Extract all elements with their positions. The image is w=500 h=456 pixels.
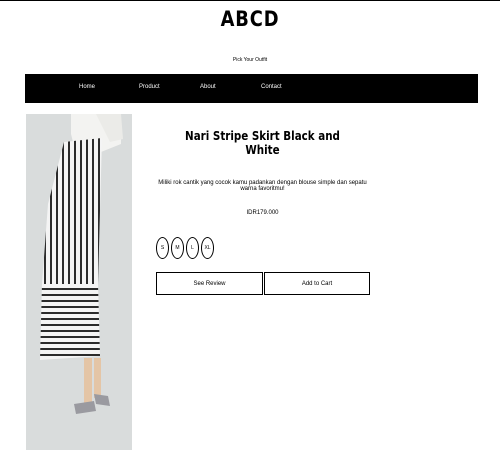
see-review-button[interactable]: See Review: [156, 272, 263, 295]
product-image: [26, 114, 132, 450]
brand-logo: ABCD: [220, 7, 280, 31]
tagline: Pick Your Outfit: [232, 57, 268, 63]
nav-contact[interactable]: Contact: [261, 84, 282, 90]
product-description: Miliki rok cantik yang cocok kamu padank…: [158, 180, 367, 192]
size-option-s[interactable]: S: [156, 237, 169, 259]
nav-about[interactable]: About: [200, 84, 216, 90]
nav-product[interactable]: Product: [139, 84, 160, 90]
size-selector: S M L XL: [156, 237, 214, 259]
size-option-l[interactable]: L: [186, 237, 199, 259]
nav-home[interactable]: Home: [79, 84, 95, 90]
product-title: Nari Stripe Skirt Black and White: [185, 129, 340, 157]
navbar: Home Product About Contact: [25, 74, 478, 103]
size-option-m[interactable]: M: [171, 237, 184, 259]
product-price: IDR179.000: [246, 210, 279, 216]
add-to-cart-button[interactable]: Add to Cart: [264, 272, 370, 295]
size-option-xl[interactable]: XL: [201, 237, 214, 259]
